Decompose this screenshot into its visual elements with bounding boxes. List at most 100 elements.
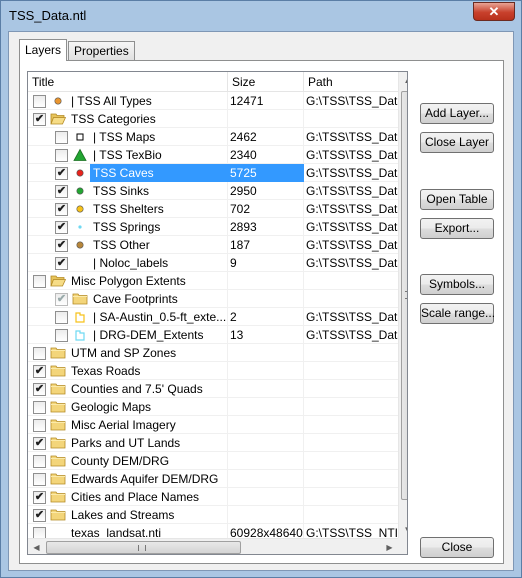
layer-title[interactable]: | TSS TexBio [90,146,165,164]
list-item[interactable]: Misc Polygon Extents [28,272,398,290]
scale-range-button[interactable]: Scale range... [420,303,495,324]
layer-title[interactable]: Lakes and Streams [68,506,177,524]
tab-properties[interactable]: Properties [68,41,135,60]
layer-checkbox[interactable]: ✔ [33,491,46,504]
layer-title[interactable]: TSS Other [90,236,153,254]
layer-checkbox[interactable]: ✔ [33,383,46,396]
layer-title[interactable]: Geologic Maps [68,398,154,416]
vertical-scrollbar[interactable]: ▲ ▼ [398,72,407,538]
layer-checkbox[interactable] [55,329,68,342]
title-bar[interactable]: TSS_Data.ntl ✕ [1,1,521,31]
list-item[interactable]: ✔ Counties and 7.5' Quads [28,380,398,398]
layer-checkbox[interactable]: ✔ [55,203,68,216]
list-item[interactable]: County DEM/DRG [28,452,398,470]
close-button[interactable]: Close [420,537,494,558]
layer-title[interactable]: | TSS All Types [68,92,155,110]
layer-title[interactable]: | Noloc_labels [90,254,171,272]
list-item[interactable]: ✔ TSS Shelters 702 G:\TSS\TSS_Data [28,200,398,218]
layer-path: G:\TSS\TSS_Data [306,94,398,108]
list-item[interactable]: ✔ Cave Footprints [28,290,398,308]
list-item[interactable]: ✔ Parks and UT Lands [28,434,398,452]
layer-checkbox[interactable] [33,401,46,414]
open-table-button[interactable]: Open Table [420,189,494,210]
layer-title[interactable]: Counties and 7.5' Quads [68,380,206,398]
layer-title[interactable]: TSS Caves [90,164,228,182]
close-layer-button[interactable]: Close Layer [420,132,494,153]
layer-title[interactable]: | DRG-DEM_Extents [90,326,206,344]
layer-checkbox[interactable] [33,419,46,432]
list-item[interactable]: | TSS All Types 12471 G:\TSS\TSS_Data [28,92,398,110]
layer-title[interactable]: TSS Shelters [90,200,167,218]
layer-checkbox[interactable]: ✔ [55,239,68,252]
list-item[interactable]: ✔ Cities and Place Names [28,488,398,506]
list-item[interactable]: ✔ TSS Sinks 2950 G:\TSS\TSS_Data [28,182,398,200]
scroll-up-icon[interactable]: ▲ [399,72,407,89]
layer-checkbox[interactable]: ✔ [55,185,68,198]
layer-checkbox[interactable]: ✔ [33,437,46,450]
layer-checkbox[interactable] [55,149,68,162]
layer-checkbox[interactable] [33,455,46,468]
layer-checkbox[interactable]: ✔ [55,257,68,270]
layer-title[interactable]: Misc Polygon Extents [68,272,189,290]
layer-title[interactable]: TSS Sinks [90,182,152,200]
layer-checkbox[interactable] [55,131,68,144]
list-item[interactable]: ✔ Texas Roads [28,362,398,380]
layer-checkbox[interactable] [33,347,46,360]
layer-checkbox[interactable]: ✔ [33,365,46,378]
layer-title[interactable]: Cave Footprints [90,290,181,308]
tab-layers[interactable]: Layers [19,39,68,61]
layer-checkbox[interactable]: ✔ [33,509,46,522]
layer-title[interactable]: | TSS Maps [90,128,158,146]
list-item[interactable]: | TSS Maps 2462 G:\TSS\TSS_Data [28,128,398,146]
horizontal-scroll-thumb[interactable] [46,541,241,554]
add-layer-button[interactable]: Add Layer... [420,103,494,124]
layer-title[interactable]: TSS Categories [68,110,159,128]
vertical-scroll-thumb[interactable] [401,91,407,500]
list-item[interactable]: ✔ TSS Springs 2893 G:\TSS\TSS_Data [28,218,398,236]
list-item[interactable]: ✔ TSS Other 187 G:\TSS\TSS_Data [28,236,398,254]
list-item[interactable]: Geologic Maps [28,398,398,416]
column-divider [303,398,304,416]
layer-checkbox[interactable]: ✔ [55,293,68,306]
list-item[interactable]: | TSS TexBio 2340 G:\TSS\TSS_Data [28,146,398,164]
export-button[interactable]: Export... [420,218,494,239]
symbols-button[interactable]: Symbols... [420,274,494,295]
column-header-size[interactable]: Size [228,72,304,92]
list-item[interactable]: | SA-Austin_0.5-ft_exte... 2 G:\TSS\TSS_Da… [28,308,398,326]
column-header-path[interactable]: Path [304,72,398,92]
layer-title[interactable]: Parks and UT Lands [68,434,183,452]
layer-title[interactable]: Cities and Place Names [68,488,202,506]
layer-title[interactable]: Misc Aerial Imagery [68,416,179,434]
horizontal-scrollbar[interactable]: ◀ ▶ [28,538,398,554]
layer-title[interactable]: | SA-Austin_0.5-ft_exte... [90,308,229,326]
list-item[interactable]: ✔ | Noloc_labels 9 G:\TSS\TSS_Data [28,254,398,272]
layer-title[interactable]: Texas Roads [68,362,143,380]
list-item[interactable]: ✔ TSS Caves 5725 G:\TSS\TSS_Data [28,164,398,182]
scroll-down-icon[interactable]: ▼ [399,521,407,538]
column-divider [303,506,304,524]
layer-checkbox[interactable] [33,275,46,288]
column-divider [227,236,228,254]
list-item[interactable]: Misc Aerial Imagery [28,416,398,434]
list-item[interactable]: | DRG-DEM_Extents 13 G:\TSS\TSS_Data [28,326,398,344]
list-item[interactable]: ✔ TSS Categories [28,110,398,128]
layer-list[interactable]: Title Size Path | TSS All Types 12471 G:\T… [27,71,408,555]
list-item[interactable]: UTM and SP Zones [28,344,398,362]
list-item[interactable]: Edwards Aquifer DEM/DRG [28,470,398,488]
scroll-left-icon[interactable]: ◀ [28,539,45,554]
layer-checkbox[interactable] [33,95,46,108]
layer-title[interactable]: UTM and SP Zones [68,344,179,362]
column-header-title[interactable]: Title [28,72,228,92]
window-close-button[interactable]: ✕ [473,2,515,21]
layer-checkbox[interactable] [55,311,68,324]
layer-title[interactable]: County DEM/DRG [68,452,172,470]
layer-checkbox[interactable]: ✔ [55,221,68,234]
layer-title[interactable]: TSS Springs [90,218,163,236]
layer-title[interactable]: Edwards Aquifer DEM/DRG [68,470,221,488]
layer-checkbox[interactable]: ✔ [55,167,68,180]
layer-checkbox[interactable]: ✔ [33,113,46,126]
dialog-window: TSS_Data.ntl ✕ Layers Properties Title S… [0,0,522,578]
list-item[interactable]: ✔ Lakes and Streams [28,506,398,524]
scroll-right-icon[interactable]: ▶ [381,539,398,554]
layer-checkbox[interactable] [33,473,46,486]
